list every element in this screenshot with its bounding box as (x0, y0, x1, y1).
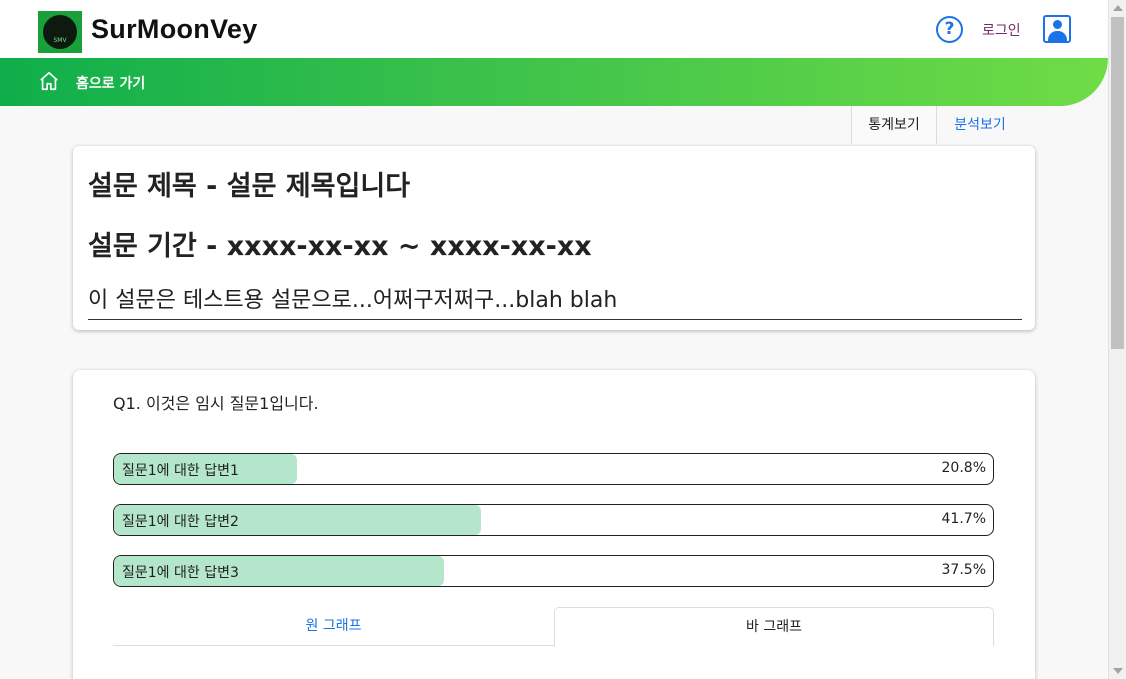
scroll-up-arrow-icon[interactable] (1113, 5, 1123, 11)
scroll-down-arrow-icon[interactable] (1113, 668, 1123, 674)
tab-analysis-view[interactable]: 분석보기 (937, 106, 1023, 144)
login-link[interactable]: 로그인 (982, 20, 1021, 40)
user-icon-head (1053, 20, 1062, 29)
survey-period: 설문 기간 - xxxx-xx-xx ~ xxxx-xx-xx (88, 231, 592, 262)
answer-percent: 20.8% (941, 460, 986, 476)
nav-bar: 홈으로 가기 (0, 58, 1108, 106)
tab-pie-graph[interactable]: 원 그래프 (113, 607, 554, 646)
answer-row-1[interactable]: 질문1에 대한 답변1 20.8% (113, 453, 994, 485)
answer-row-2[interactable]: 질문1에 대한 답변2 41.7% (113, 504, 994, 536)
user-profile-icon[interactable] (1043, 15, 1071, 43)
question-card: Q1. 이것은 임시 질문1입니다. 질문1에 대한 답변1 20.8% 질문1… (73, 370, 1035, 679)
answer-row-3[interactable]: 질문1에 대한 답변3 37.5% (113, 555, 994, 587)
page-scrollbar[interactable] (1108, 0, 1126, 679)
top-header: SMV SurMoonVey ? 로그인 (0, 0, 1108, 58)
answer-percent: 37.5% (941, 562, 986, 578)
user-icon-body (1048, 31, 1067, 41)
brand-name[interactable]: SurMoonVey (91, 14, 258, 45)
brand-logo[interactable]: SMV (38, 11, 82, 53)
answer-label: 질문1에 대한 답변3 (122, 565, 239, 581)
survey-info-card: 설문 제목 - 설문 제목입니다 설문 기간 - xxxx-xx-xx ~ xx… (73, 146, 1035, 330)
logo-emblem: SMV (43, 15, 77, 49)
question-title: Q1. 이것은 임시 질문1입니다. (113, 394, 319, 413)
home-icon[interactable] (38, 70, 60, 92)
question-circle-icon[interactable]: ? (936, 16, 963, 43)
survey-title: 설문 제목 - 설문 제목입니다 (88, 171, 411, 202)
answer-label: 질문1에 대한 답변1 (122, 463, 239, 479)
answer-label: 질문1에 대한 답변2 (122, 514, 239, 530)
answer-percent: 41.7% (941, 511, 986, 527)
scrollbar-thumb[interactable] (1111, 17, 1124, 349)
home-link[interactable]: 홈으로 가기 (76, 73, 145, 93)
tab-bar-graph[interactable]: 바 그래프 (554, 607, 994, 646)
tab-stats-view[interactable]: 통계보기 (851, 106, 937, 144)
survey-description: 이 설문은 테스트용 설문으로...어쩌구저쩌구...blah blah (88, 282, 1022, 320)
